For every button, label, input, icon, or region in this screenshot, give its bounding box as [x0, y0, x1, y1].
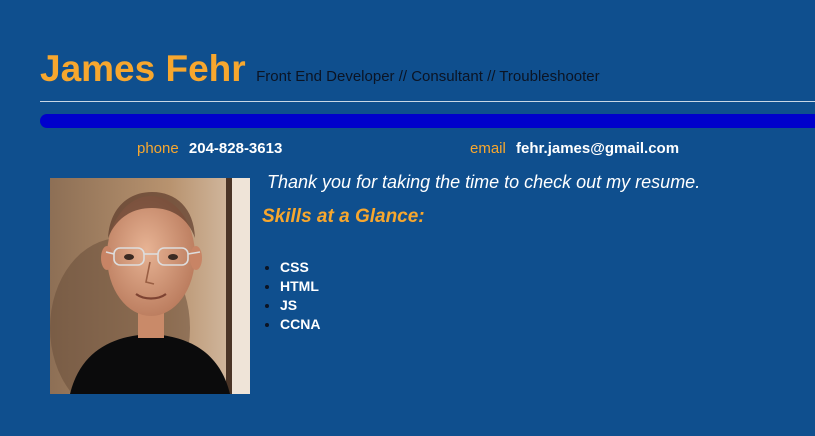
skill-item: JS	[280, 296, 320, 315]
profile-photo	[50, 178, 250, 394]
tagline: Front End Developer // Consultant // Tro…	[256, 68, 600, 85]
header-divider	[40, 101, 815, 102]
intro-text: Thank you for taking the time to check o…	[267, 172, 701, 192]
email-label: email	[470, 140, 506, 157]
email-link[interactable]: fehr.james@gmail.com	[516, 140, 679, 157]
phone-value: 204-828-3613	[188, 140, 283, 157]
phone-label: phone	[137, 140, 179, 157]
skill-item: HTML	[280, 277, 320, 296]
contact-email: email fehr.james@gmail.com	[470, 140, 679, 157]
portrait-image	[50, 178, 250, 394]
page-header: James Fehr Front End Developer // Consul…	[40, 48, 600, 90]
resume-page: James Fehr Front End Developer // Consul…	[0, 0, 815, 436]
skills-heading: Skills at a Glance:	[262, 206, 425, 227]
page-title: James Fehr	[40, 48, 246, 89]
skill-item: CSS	[280, 258, 320, 277]
skill-item: CCNA	[280, 315, 320, 334]
accent-bar	[40, 114, 815, 128]
contact-phone: phone 204-828-3613	[137, 140, 282, 157]
skills-list: CSS HTML JS CCNA	[262, 258, 320, 334]
